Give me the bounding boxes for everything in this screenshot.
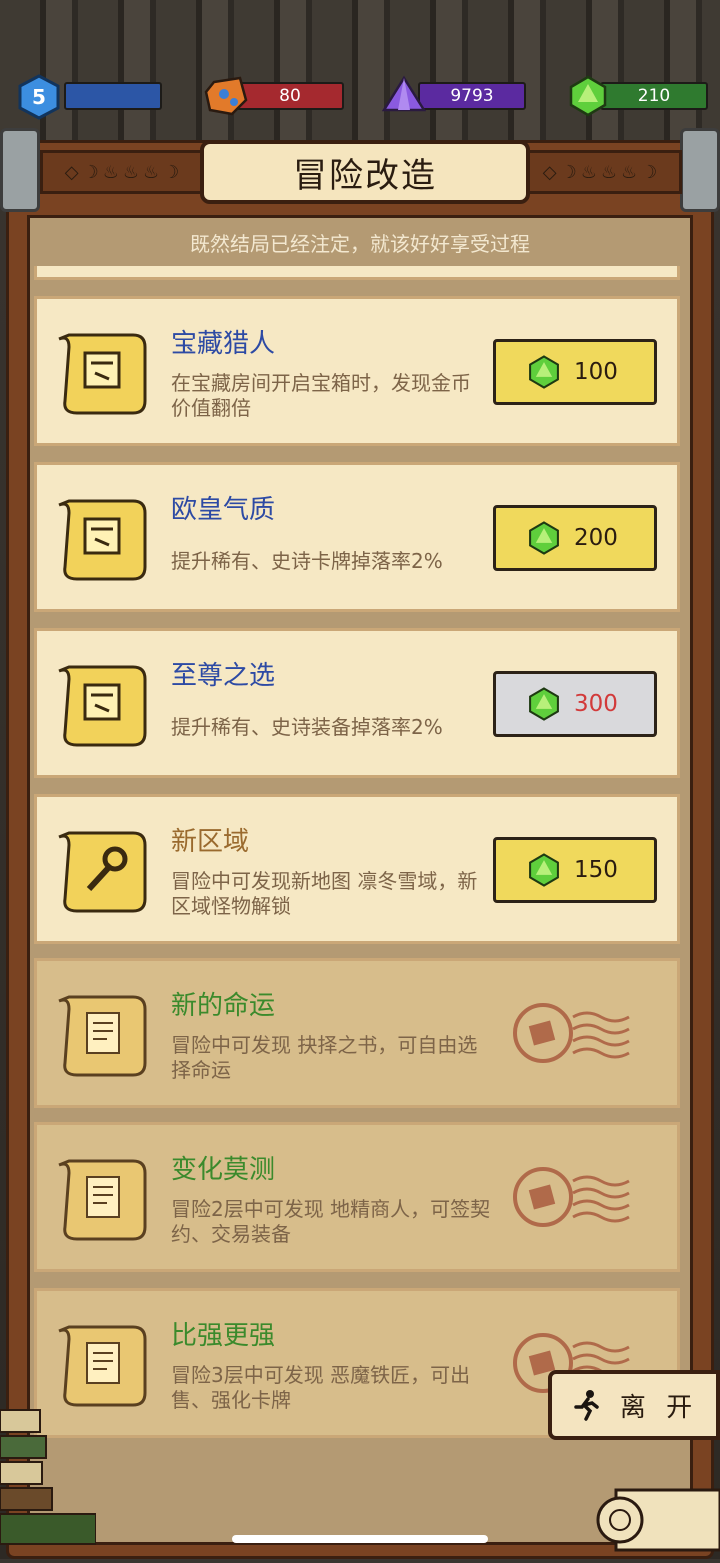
level-value: 5 — [32, 85, 46, 109]
title-wing-right: ◇☽♨♨♨☽ — [522, 150, 682, 194]
running-man-icon — [574, 1390, 599, 1421]
red-gem-icon — [204, 74, 248, 118]
upgrade-title: 新的命运 — [171, 991, 276, 1021]
left-bolt-ornament — [0, 128, 40, 212]
upgrade-title: 至尊之选 — [171, 661, 276, 691]
upgrade-description: 冒险3层中可发现 恶魔铁匠，可出售、强化卡牌 — [171, 1363, 471, 1412]
page-title: 冒险改造 — [200, 140, 530, 204]
level-progress-bar — [64, 82, 162, 110]
title-wing-left: ◇☽♨♨♨☽ — [40, 150, 208, 194]
green-gem-icon — [529, 853, 559, 887]
upgrade-title: 新区域 — [171, 827, 250, 857]
green-gem-counter: 210 — [600, 82, 708, 110]
green-gem-icon — [529, 355, 559, 389]
upgrade-card: 至尊之选 提升稀有、史诗装备掉落率2% 300 — [34, 628, 680, 778]
upgrade-card: 新区域 冒险中可发现新地图 凛冬雪域，新区域怪物解锁 150 — [34, 794, 680, 944]
card-edge-partial — [34, 266, 680, 280]
upgrade-description: 冒险中可发现新地图 凛冬雪域，新区域怪物解锁 — [171, 869, 478, 918]
upgrade-title: 宝藏猎人 — [171, 329, 276, 359]
green-gem-icon — [529, 521, 559, 555]
upgrade-description: 冒险中可发现 抉择之书，可自由选择命运 — [171, 1033, 478, 1082]
level-badge: 5 — [16, 74, 62, 120]
buy-button[interactable]: 100 — [493, 339, 657, 405]
resource-bar: 5 80 9793 210 — [0, 70, 720, 122]
price-value: 100 — [574, 359, 618, 385]
green-gem-icon — [566, 74, 610, 118]
rune-scroll-icon — [55, 493, 151, 587]
upgrade-card-owned: 新的命运 冒险中可发现 抉择之书，可自由选择命运 — [34, 958, 680, 1108]
price-value: 300 — [574, 691, 618, 717]
buy-button-unaffordable[interactable]: 300 — [493, 671, 657, 737]
upgrade-description: 提升稀有、史诗装备掉落率2% — [171, 715, 443, 739]
page-subtitle: 既然结局已经注定，就该好好享受过程 — [190, 232, 530, 256]
upgrade-card: 宝藏猎人 在宝藏房间开启宝箱时，发现金币 价值翻倍 100 — [34, 296, 680, 446]
buy-button[interactable]: 150 — [493, 837, 657, 903]
price-value: 150 — [574, 857, 618, 883]
upgrade-title: 比强更强 — [171, 1321, 276, 1351]
leave-label: 离 开 — [619, 1392, 699, 1423]
upgrade-description: 冒险2层中可发现 地精商人，可签契约、交易装备 — [171, 1197, 491, 1246]
buy-button[interactable]: 200 — [493, 505, 657, 571]
price-value: 200 — [574, 525, 618, 551]
red-gem-counter: 80 — [236, 82, 344, 110]
home-indicator[interactable] — [232, 1535, 488, 1543]
green-gem-icon — [529, 687, 559, 721]
upgrade-description: 在宝藏房间开启宝箱时，发现金币 价值翻倍 — [171, 371, 471, 420]
document-scroll-icon — [55, 1319, 151, 1413]
rune-scroll-icon — [55, 327, 151, 421]
upgrade-card-owned: 变化莫测 冒险2层中可发现 地精商人，可签契约、交易装备 — [34, 1122, 680, 1272]
document-scroll-icon — [55, 989, 151, 1083]
upgrade-title: 变化莫测 — [171, 1155, 276, 1185]
wrench-scroll-icon — [55, 825, 151, 919]
upgrade-title: 欧皇气质 — [171, 495, 276, 525]
owned-stamp-icon — [507, 1161, 647, 1233]
rune-scroll-icon — [55, 659, 151, 753]
books-stack-decoration — [0, 1400, 97, 1550]
upgrade-description: 提升稀有、史诗卡牌掉落率2% — [171, 549, 443, 573]
owned-stamp-icon — [507, 997, 647, 1069]
rolled-scroll-decoration — [596, 1470, 720, 1559]
purple-crystal-counter: 9793 — [418, 82, 526, 110]
purple-crystal-icon — [381, 74, 427, 118]
leave-button[interactable]: 离 开 — [548, 1370, 720, 1440]
right-bolt-ornament — [680, 128, 720, 212]
upgrade-card: 欧皇气质 提升稀有、史诗卡牌掉落率2% 200 — [34, 462, 680, 612]
document-scroll-icon — [55, 1153, 151, 1247]
